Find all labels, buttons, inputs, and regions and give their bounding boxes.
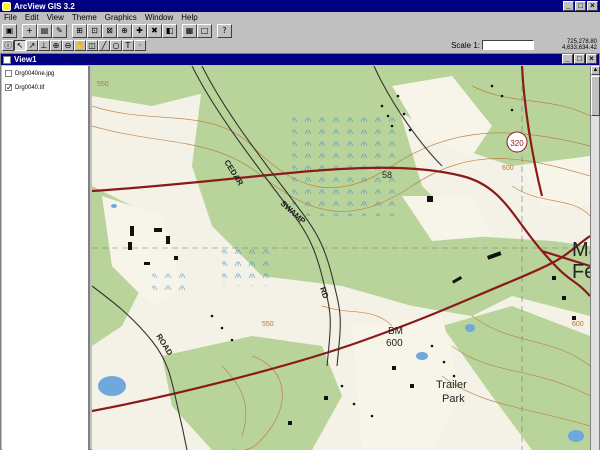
- coordinate-y: 4,633,634.42: [561, 45, 597, 51]
- pan-icon[interactable]: ✋: [74, 40, 86, 51]
- contour-label-600: 600: [502, 165, 514, 172]
- menu-help[interactable]: Help: [177, 13, 201, 22]
- view-title: View1: [14, 55, 37, 64]
- query-builder-icon[interactable]: ⊞: [72, 24, 87, 38]
- info-icon[interactable]: ⓘ: [2, 40, 14, 51]
- snap-icon[interactable]: ·: [134, 40, 146, 51]
- view-maximize-button[interactable]: □: [574, 54, 585, 64]
- app-title-bar: ArcView GIS 3.2 _ □ ×: [0, 0, 600, 12]
- contour-label-550: 550: [97, 81, 109, 88]
- label-icon[interactable]: ◫: [86, 40, 98, 51]
- text-tool-icon[interactable]: T: [122, 40, 134, 51]
- help-icon[interactable]: ?: [217, 24, 232, 38]
- route-number: 320: [510, 139, 524, 148]
- pointer-icon[interactable]: ↖: [14, 40, 26, 51]
- topo-map: 320 CEDAR SWAMP RD ROAD BM 600 Trailer P…: [92, 66, 590, 450]
- view-close-button[interactable]: ×: [586, 54, 597, 64]
- map-label-bm: BM: [388, 326, 403, 337]
- view-title-bar[interactable]: View1 _ □ ×: [1, 54, 599, 65]
- zoom-in-fixed-icon[interactable]: ✚: [132, 24, 147, 38]
- zoom-out-fixed-icon[interactable]: ✖: [147, 24, 162, 38]
- zoom-full-extent-icon[interactable]: ⊡: [87, 24, 102, 38]
- map-label-bm-elevation: 600: [386, 338, 403, 349]
- scroll-up-arrow-icon[interactable]: ▲: [591, 66, 600, 75]
- clear-selection-icon[interactable]: □: [197, 24, 212, 38]
- menu-theme[interactable]: Theme: [68, 13, 101, 22]
- table-of-contents: Drg0040ne.jpg ✓ Drg0040.tif: [2, 66, 90, 450]
- map-display[interactable]: 320 CEDAR SWAMP RD ROAD BM 600 Trailer P…: [92, 66, 590, 450]
- app-title: ArcView GIS 3.2: [14, 1, 75, 11]
- vertex-icon[interactable]: ↗: [26, 40, 38, 51]
- zoom-in-icon[interactable]: ⊕: [50, 40, 62, 51]
- route-shield: 320: [506, 131, 528, 153]
- theme-entry[interactable]: ✓ Drg0040.tif: [5, 84, 45, 92]
- button-bar: ▣ + ▤ ✎ ⊞ ⊡ ⊠ ⊕ ✚ ✖ ◧ ▦ □ ?: [0, 23, 600, 39]
- map-label-trailer: Trailer: [436, 379, 467, 391]
- draw-icon[interactable]: ╱: [98, 40, 110, 51]
- theme-name: Drg0040.tif: [15, 84, 45, 91]
- theme-name: Drg0040ne.jpg: [15, 70, 55, 77]
- contour-label-600: 600: [572, 321, 584, 328]
- map-label-town-a: Ma: [572, 239, 590, 261]
- theme-checkbox[interactable]: [5, 70, 12, 77]
- scale-input[interactable]: [482, 40, 534, 50]
- menu-edit[interactable]: Edit: [21, 13, 43, 22]
- edit-legend-icon[interactable]: ✎: [52, 24, 67, 38]
- measure-icon[interactable]: ⊥: [38, 40, 50, 51]
- circle-icon[interactable]: ○: [110, 40, 122, 51]
- scale-label: Scale 1:: [451, 40, 480, 50]
- arcview-logo-icon: [2, 1, 11, 11]
- add-theme-icon[interactable]: +: [22, 24, 37, 38]
- view-minimize-button[interactable]: _: [562, 54, 573, 64]
- theme-properties-icon[interactable]: ▤: [37, 24, 52, 38]
- zoom-previous-icon[interactable]: ◧: [162, 24, 177, 38]
- vertical-scrollbar[interactable]: ▲: [590, 66, 600, 450]
- scale-control: Scale 1:: [451, 40, 534, 50]
- menu-graphics[interactable]: Graphics: [101, 13, 141, 22]
- save-icon[interactable]: ▣: [2, 24, 17, 38]
- maximize-button[interactable]: □: [575, 1, 586, 11]
- coordinate-readout: 725,278.80 4,633,634.42: [562, 39, 597, 51]
- contour-label-550: 550: [262, 321, 274, 328]
- view-window: View1 _ □ × Drg0040ne.jpg ✓ Drg0040.tif: [0, 53, 600, 450]
- zoom-to-selected-icon[interactable]: ⊕: [117, 24, 132, 38]
- select-by-theme-icon[interactable]: ▦: [182, 24, 197, 38]
- zoom-out-icon[interactable]: ⊖: [62, 40, 74, 51]
- tool-bar: ⓘ ↖ ↗ ⊥ ⊕ ⊖ ✋ ◫ ╱ ○ T · Scale 1: 725,278…: [0, 39, 600, 52]
- menu-file[interactable]: File: [0, 13, 21, 22]
- map-label-park: Park: [442, 393, 465, 405]
- menu-bar: File Edit View Theme Graphics Window Hel…: [0, 12, 600, 23]
- scroll-thumb[interactable]: [591, 76, 600, 116]
- map-label-town-b: Fe: [572, 261, 590, 283]
- minimize-button[interactable]: _: [563, 1, 574, 11]
- view-icon: [3, 55, 11, 64]
- theme-entry[interactable]: Drg0040ne.jpg: [5, 70, 54, 77]
- theme-checkbox-checked[interactable]: ✓: [5, 84, 13, 92]
- map-label-elevation-58: 58: [382, 170, 392, 180]
- menu-window[interactable]: Window: [141, 13, 177, 22]
- zoom-to-themes-icon[interactable]: ⊠: [102, 24, 117, 38]
- close-button[interactable]: ×: [587, 1, 598, 11]
- menu-view[interactable]: View: [43, 13, 68, 22]
